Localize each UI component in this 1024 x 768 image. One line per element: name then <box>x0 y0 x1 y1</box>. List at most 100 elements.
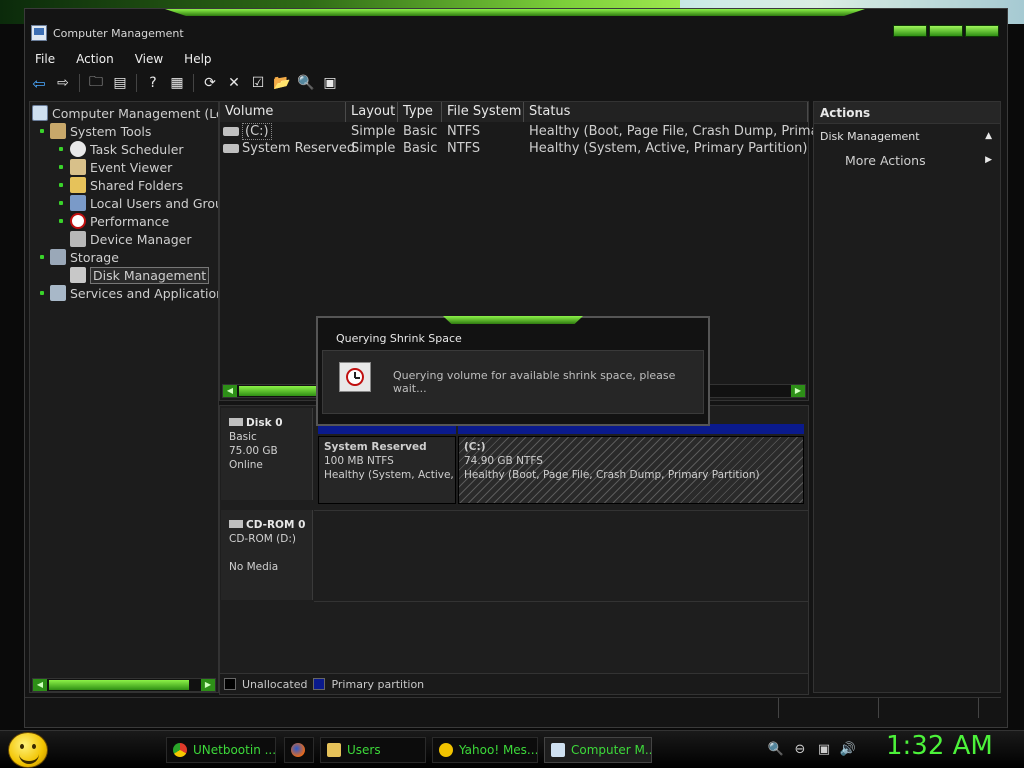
search-icon[interactable]: 🔍 <box>768 741 784 757</box>
table-row[interactable]: System Reserved <box>223 140 355 157</box>
help-icon[interactable]: ? <box>143 73 163 93</box>
disk-0-label[interactable]: Disk 0 Basic 75.00 GB Online <box>221 408 313 500</box>
maximize-button[interactable] <box>929 25 963 37</box>
tree-item-services[interactable]: Services and Applications <box>50 284 218 302</box>
cdrom-0-label[interactable]: CD-ROM 0 CD-ROM (D:) No Media <box>221 510 313 600</box>
close-button[interactable] <box>965 25 999 37</box>
expand-icon[interactable] <box>40 291 44 295</box>
delete-icon[interactable]: ✕ <box>224 73 244 93</box>
services-icon <box>50 285 66 301</box>
tree-item-storage[interactable]: Storage <box>50 248 119 266</box>
table-row[interactable]: (C:) <box>223 123 272 140</box>
expand-icon[interactable] <box>59 201 63 205</box>
volume-icon[interactable]: 🔊 <box>840 741 856 757</box>
task-firefox[interactable] <box>284 737 314 763</box>
column-header-type[interactable]: Type <box>398 102 442 122</box>
tree-item-performance[interactable]: Performance <box>70 212 169 230</box>
cdrom-area <box>314 510 808 602</box>
partition-status: Healthy (System, Active, P <box>324 469 456 481</box>
chevron-right-icon: ▶ <box>985 155 992 165</box>
expand-icon[interactable] <box>59 219 63 223</box>
cdrom-state: No Media <box>229 561 279 573</box>
expand-icon[interactable] <box>59 147 63 151</box>
collapse-up-icon[interactable]: ▲ <box>985 131 992 141</box>
search-icon[interactable]: 🔍 <box>296 73 316 93</box>
tree-item-local-users[interactable]: Local Users and Grou <box>70 194 219 212</box>
scroll-left-icon[interactable]: ◀ <box>223 385 237 397</box>
forward-arrow-icon[interactable]: ⇨ <box>53 73 73 93</box>
task-label: Yahoo! Mes... <box>459 743 538 757</box>
volume-file-system: NTFS <box>447 141 481 156</box>
open-folder-icon[interactable]: 📂 <box>272 73 292 93</box>
menu-action[interactable]: Action <box>74 52 116 66</box>
tree-item-root[interactable]: Computer Management (Loc <box>32 104 219 122</box>
back-arrow-icon[interactable]: ⇦ <box>29 73 49 93</box>
partition-size: 100 MB NTFS <box>324 455 394 467</box>
tree-item-system-tools[interactable]: System Tools <box>50 122 151 140</box>
tree-item-event-viewer[interactable]: Event Viewer <box>70 158 172 176</box>
network-icon[interactable]: ▣ <box>816 741 832 757</box>
tree-label: Task Scheduler <box>90 141 184 157</box>
start-button[interactable] <box>8 732 48 768</box>
folder-icon <box>327 743 341 757</box>
scroll-right-icon[interactable]: ▶ <box>201 679 215 691</box>
tree-item-task-scheduler[interactable]: Task Scheduler <box>70 140 184 158</box>
expand-icon[interactable] <box>59 165 63 169</box>
properties-icon[interactable]: ▦ <box>167 73 187 93</box>
window-controls <box>893 25 999 37</box>
tree-horizontal-scrollbar[interactable]: ◀ ▶ <box>32 678 216 692</box>
disk-size: 75.00 GB <box>229 445 278 457</box>
title-accent <box>165 9 865 16</box>
users-icon <box>70 195 86 211</box>
navigation-tree: Computer Management (Loc System Tools Ta… <box>29 101 219 693</box>
tree-label: Computer Management (Loc <box>52 105 219 121</box>
actions-section-disk-management[interactable]: Disk Management ▲ <box>814 124 1000 148</box>
refresh-icon[interactable]: ⟳ <box>200 73 220 93</box>
volume-type: Basic <box>403 124 438 139</box>
status-bar <box>25 697 1001 719</box>
tree-item-disk-management[interactable]: Disk Management <box>70 266 210 284</box>
volume-name: System Reserved <box>242 141 356 156</box>
column-header-layout[interactable]: Layout <box>346 102 398 122</box>
partition-c[interactable]: (C:) 74.90 GB NTFS Healthy (Boot, Page F… <box>458 436 804 504</box>
partition-system-reserved[interactable]: System Reserved 100 MB NTFS Healthy (Sys… <box>318 436 456 504</box>
dialog-accent <box>443 316 583 324</box>
show-hide-tree-icon[interactable]: ▤ <box>110 73 130 93</box>
column-header-status[interactable]: Status <box>524 102 808 122</box>
disk-icon <box>229 418 243 426</box>
column-header-file-system[interactable]: File System <box>442 102 524 122</box>
up-folder-icon[interactable]: 🗀 <box>86 73 106 93</box>
expand-icon[interactable] <box>59 183 63 187</box>
dialog-body: Querying volume for available shrink spa… <box>322 350 704 414</box>
expand-icon[interactable] <box>40 255 44 259</box>
scroll-right-icon[interactable]: ▶ <box>791 385 805 397</box>
taskbar-clock[interactable]: 1:32 AM <box>886 731 993 761</box>
more-actions-item[interactable]: More Actions ▶ <box>814 148 1000 172</box>
tree-label: Local Users and Grou <box>90 195 219 211</box>
task-computer-management[interactable]: Computer M... <box>544 737 652 763</box>
title-bar[interactable]: Computer Management <box>25 19 1009 47</box>
disk-properties-icon[interactable]: ▣ <box>320 73 340 93</box>
toolbar-separator <box>193 74 194 92</box>
column-header-volume[interactable]: Volume <box>220 102 346 122</box>
scroll-thumb[interactable] <box>49 680 189 690</box>
scroll-left-icon[interactable]: ◀ <box>33 679 47 691</box>
toolbar: ⇦ ⇨ 🗀 ▤ ? ▦ ⟳ ✕ ☑ 📂 🔍 ▣ <box>25 71 999 95</box>
task-unetbootin[interactable]: UNetbootin ... <box>166 737 276 763</box>
menu-file[interactable]: File <box>33 52 57 66</box>
tree-item-shared-folders[interactable]: Shared Folders <box>70 176 183 194</box>
task-users[interactable]: Users <box>320 737 426 763</box>
task-yahoo-messenger[interactable]: Yahoo! Mes... <box>432 737 538 763</box>
minus-circle-icon[interactable]: ⊖ <box>792 741 808 757</box>
actions-header: Actions <box>814 102 1000 124</box>
tree-item-device-manager[interactable]: Device Manager <box>70 230 192 248</box>
disk-icon <box>70 267 86 283</box>
menu-help[interactable]: Help <box>182 52 213 66</box>
expand-icon[interactable] <box>40 129 44 133</box>
primary-swatch <box>313 678 326 690</box>
drive-icon <box>223 127 239 136</box>
menu-view[interactable]: View <box>133 52 165 66</box>
check-icon[interactable]: ☑ <box>248 73 268 93</box>
minimize-button[interactable] <box>893 25 927 37</box>
status-segment <box>879 698 979 718</box>
